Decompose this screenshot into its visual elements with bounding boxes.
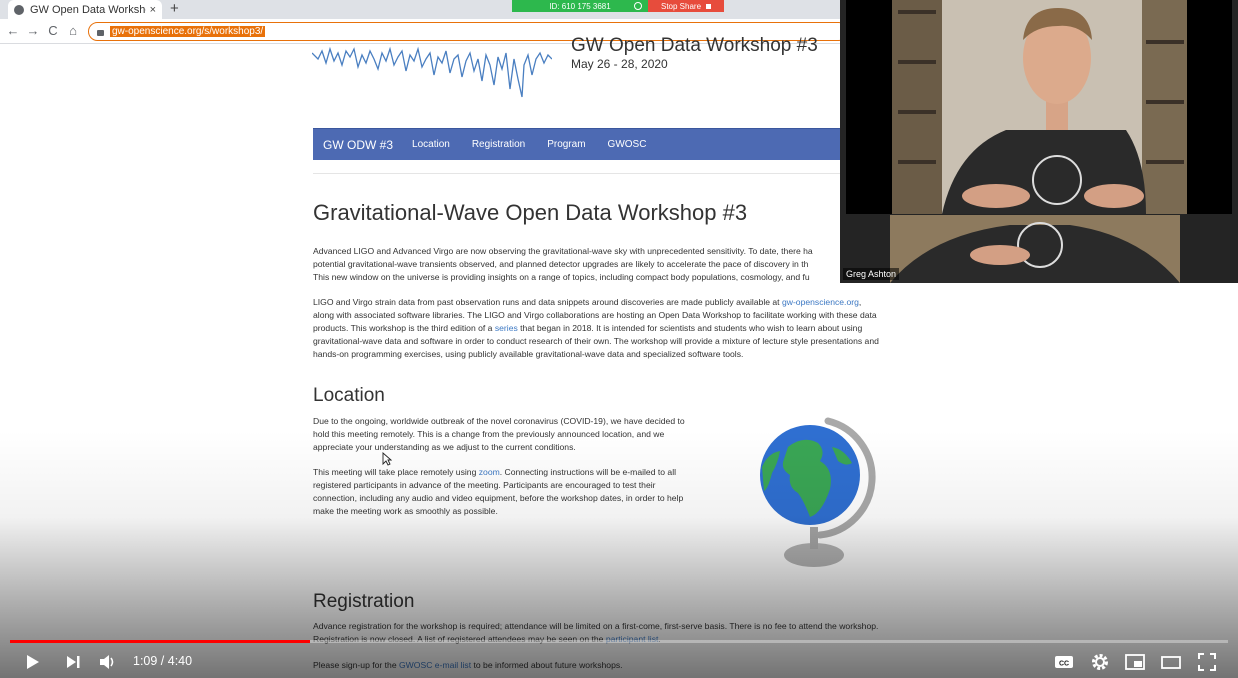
registration-heading: Registration: [313, 591, 415, 612]
tab-title: GW Open Data Workshoр: [30, 3, 146, 16]
email-signup-paragraph: Please sign-up for the GWOSC e-mail list…: [313, 659, 913, 672]
theater-icon[interactable]: [1161, 652, 1181, 672]
lock-icon: [97, 29, 104, 36]
browser-tab[interactable]: GW Open Data Workshoр ×: [8, 0, 162, 19]
secondary-video-feed: [890, 215, 1180, 283]
address-url: gw-openscience.org/s/workshop3/: [110, 26, 266, 37]
miniplayer-icon[interactable]: [1125, 652, 1145, 672]
participant-name-label: Greg Ashton: [843, 268, 900, 280]
stop-share-button[interactable]: Stop Share: [648, 0, 724, 12]
paragraph-line: hold this meeting remotely. This is a ch…: [313, 429, 665, 439]
paragraph-line: Advance registration for the workshop is…: [313, 621, 879, 631]
webcam-panel: Greg Ashton: [840, 0, 1238, 283]
progress-bar[interactable]: [10, 640, 1228, 643]
paragraph-line: products. This workshop is the third edi…: [313, 322, 913, 335]
nav-item-location[interactable]: Location: [412, 139, 450, 150]
intro-line: Advanced LIGO and Advanced Virgo are now…: [313, 246, 813, 256]
back-button[interactable]: ←: [4, 22, 22, 40]
text-span: products. This workshop is the third edi…: [313, 323, 493, 333]
meeting-id: ID: 610 175 3681: [512, 0, 648, 12]
paragraph-line: gravitational-wave data and software in …: [313, 336, 879, 346]
zoom-link[interactable]: zoom: [479, 467, 500, 477]
text-span: ,: [858, 297, 862, 307]
paragraph-line: This meeting will take place remotely us…: [313, 466, 708, 479]
mouse-cursor-icon: [382, 452, 392, 466]
text-span: LIGO and Virgo strain data from past obs…: [313, 297, 780, 307]
intro-line: potential gravitational-wave transients …: [313, 259, 809, 269]
paragraph-line: make the meeting work as smoothly as pos…: [313, 506, 498, 516]
paragraph-line: LIGO and Virgo strain data from past obs…: [313, 296, 913, 309]
data-paragraph: LIGO and Virgo strain data from past obs…: [313, 296, 913, 361]
reload-button[interactable]: C: [44, 22, 62, 40]
stop-share-label: Stop Share: [660, 1, 702, 11]
captions-icon[interactable]: CC: [1054, 652, 1074, 672]
navbar-brand[interactable]: GW ODW #3: [323, 138, 393, 152]
screen-share-bar: ID: 610 175 3681 Stop Share: [512, 0, 724, 12]
location-heading: Location: [313, 385, 385, 406]
new-tab-button[interactable]: +: [170, 0, 179, 18]
paragraph-line: connection, including any audio and vide…: [313, 493, 684, 503]
globe-favicon-icon: [14, 4, 24, 15]
settings-icon[interactable]: [1090, 652, 1110, 672]
nav-item-registration[interactable]: Registration: [472, 139, 525, 150]
forward-button[interactable]: →: [24, 22, 42, 40]
next-icon[interactable]: [63, 652, 83, 672]
fullscreen-icon[interactable]: [1197, 652, 1217, 672]
speaker-video-feed: [846, 0, 1232, 214]
intro-line: This new window on the universe is provi…: [313, 272, 810, 282]
page-title: Gravitational-Wave Open Data Workshop #3: [313, 200, 748, 225]
text-span: . Connecting instructions will be e-mail…: [499, 467, 677, 477]
stop-icon: [706, 3, 712, 9]
text-span: that began in 2018. It is intended for s…: [520, 323, 863, 333]
home-button[interactable]: ⌂: [64, 22, 82, 40]
text-span: to be informed about future workshops.: [473, 660, 623, 670]
workshop-dates: May 26 - 28, 2020: [571, 57, 668, 71]
paragraph-line: appreciate your understanding as we adju…: [313, 442, 576, 452]
video-frame: { "browser": { "tab_title": "GW Open Dat…: [0, 0, 1238, 678]
meeting-id-label: ID: 610 175 3681: [549, 1, 611, 11]
paragraph-line: Due to the ongoing, worldwide outbreak o…: [313, 416, 685, 426]
gravitational-wave-logo: [312, 46, 552, 98]
time-display: 1:09 / 4:40: [133, 654, 193, 668]
globe-icon: [760, 417, 876, 567]
play-icon[interactable]: [22, 652, 42, 672]
series-link[interactable]: series: [495, 323, 518, 333]
paragraph-line: along with associated software libraries…: [313, 310, 877, 320]
share-status-icon: [634, 2, 642, 10]
volume-icon[interactable]: [97, 652, 117, 672]
nav-item-gwosc[interactable]: GWOSC: [608, 139, 647, 150]
gwosc-email-list-link[interactable]: GWOSC e-mail list: [399, 660, 471, 670]
text-span: This meeting will take place remotely us…: [313, 467, 477, 477]
site-navbar: GW ODW #3 Location Registration Program …: [313, 128, 873, 160]
location-paragraph-2: This meeting will take place remotely us…: [313, 466, 708, 518]
text-span: Please sign-up for the: [313, 660, 397, 670]
intro-paragraph: Advanced LIGO and Advanced Virgo are now…: [313, 245, 913, 284]
location-paragraph-1: Due to the ongoing, worldwide outbreak o…: [313, 415, 708, 454]
paragraph-line: hands-on programming exercises, using pu…: [313, 349, 744, 359]
paragraph-line: registered participants in advance of th…: [313, 480, 656, 490]
divider: [313, 173, 873, 174]
nav-item-program[interactable]: Program: [547, 139, 585, 150]
gw-openscience-link[interactable]: gw-openscience.org: [782, 297, 859, 307]
workshop-title-banner: GW Open Data Workshop #3: [571, 35, 818, 56]
progress-played: [10, 640, 310, 643]
svg-text:CC: CC: [1059, 661, 1069, 668]
tab-close-icon[interactable]: ×: [150, 4, 156, 16]
